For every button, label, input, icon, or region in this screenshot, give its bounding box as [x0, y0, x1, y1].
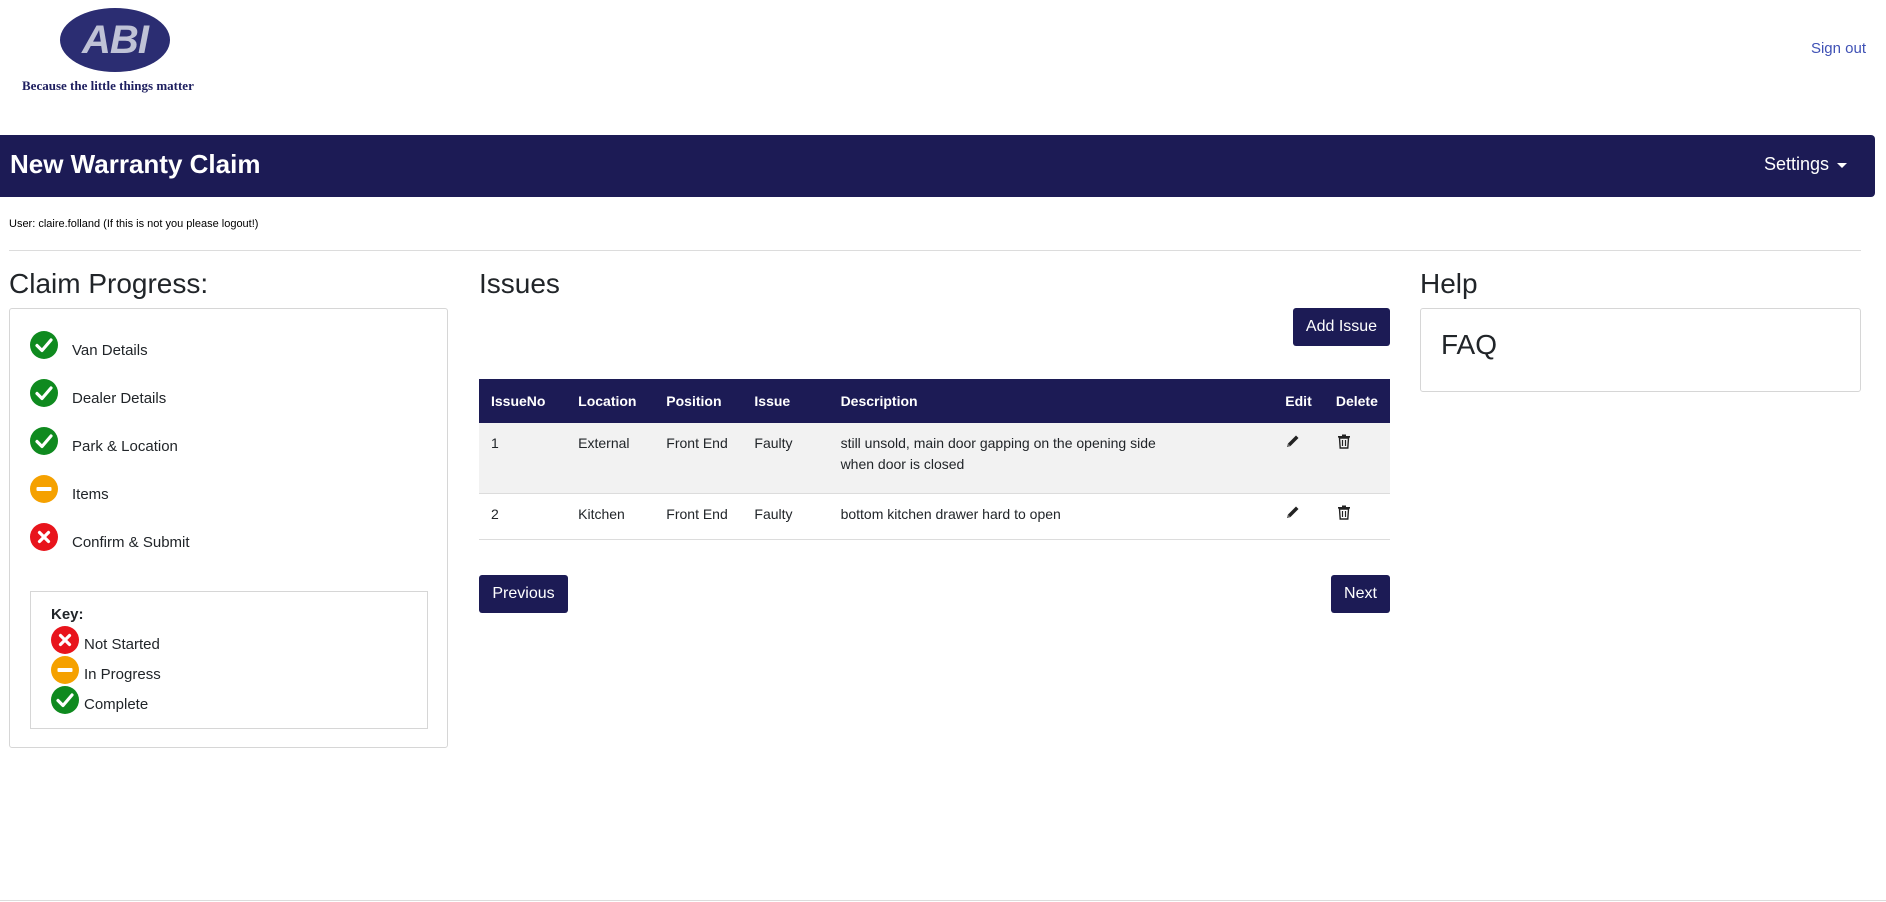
col-header-issueno: IssueNo: [479, 379, 567, 423]
col-header-position: Position: [654, 379, 743, 423]
step-label: Van Details: [72, 341, 148, 359]
cell-issue: Faulty: [742, 493, 829, 540]
progress-step-van-details: Van Details: [30, 331, 148, 359]
in-progress-minus-icon: [51, 656, 79, 684]
description-line: bottom kitchen drawer hard to open: [840, 506, 1061, 522]
logo-text: ABI: [82, 17, 149, 62]
delete-cell[interactable]: [1323, 423, 1390, 494]
key-label: Complete: [84, 695, 149, 713]
pencil-icon[interactable]: [1285, 433, 1301, 449]
claim-progress-heading: Claim Progress:: [9, 268, 209, 299]
next-button[interactable]: Next: [1331, 575, 1390, 613]
col-header-location: Location: [566, 379, 655, 423]
complete-check-icon: [51, 686, 79, 714]
cell-issueno: 1: [479, 423, 567, 494]
trash-icon[interactable]: [1336, 433, 1352, 449]
table-header-row: IssueNo Location Position Issue Descript…: [479, 379, 1390, 423]
complete-check-icon: [30, 427, 58, 455]
step-label: Confirm & Submit: [72, 533, 190, 551]
progress-step-park-location: Park & Location: [30, 427, 178, 455]
cell-issueno: 2: [479, 493, 567, 540]
cell-issue: Faulty: [742, 423, 829, 494]
top-header: ABI Because the little things matter Sig…: [0, 0, 1886, 135]
add-issue-button[interactable]: Add Issue: [1293, 308, 1390, 346]
status-key: Key: Not Started In Progress Complete: [30, 591, 428, 729]
key-not-started: Not Started: [51, 626, 160, 654]
help-heading: Help: [1420, 268, 1478, 299]
complete-check-icon: [30, 331, 58, 359]
key-complete: Complete: [51, 686, 148, 714]
not-started-x-icon: [30, 523, 58, 551]
bottom-divider: [0, 900, 1886, 901]
user-info: User: claire.folland (If this is not you…: [9, 218, 259, 230]
logo-ellipse: ABI: [60, 8, 170, 72]
key-in-progress: In Progress: [51, 656, 161, 684]
divider: [9, 250, 1861, 251]
complete-check-icon: [30, 379, 58, 407]
step-label: Park & Location: [72, 437, 178, 455]
delete-cell[interactable]: [1323, 493, 1390, 540]
description-line: when door is closed: [840, 456, 965, 472]
trash-icon[interactable]: [1336, 504, 1352, 520]
cell-location: External: [566, 423, 655, 494]
table-row: 2 Kitchen Front End Faulty bottom kitche…: [479, 493, 1390, 540]
sign-out-link[interactable]: Sign out: [1811, 40, 1866, 57]
edit-cell[interactable]: [1273, 493, 1324, 540]
progress-step-confirm-submit: Confirm & Submit: [30, 523, 190, 551]
cell-description: bottom kitchen drawer hard to open: [828, 493, 1274, 540]
edit-cell[interactable]: [1273, 423, 1324, 494]
progress-step-dealer-details: Dealer Details: [30, 379, 166, 407]
issues-table: IssueNo Location Position Issue Descript…: [479, 379, 1390, 540]
progress-step-items: Items: [30, 475, 109, 503]
caret-down-icon: [1837, 163, 1847, 168]
issues-heading: Issues: [479, 268, 560, 299]
abi-logo[interactable]: ABI Because the little things matter: [22, 8, 212, 93]
page-title: New Warranty Claim: [10, 149, 261, 179]
not-started-x-icon: [51, 626, 79, 654]
cell-description: still unsold, main door gapping on the o…: [828, 423, 1274, 494]
description-line: still unsold, main door gapping on the o…: [840, 435, 1156, 451]
col-header-delete: Delete: [1323, 379, 1390, 423]
col-header-description: Description: [828, 379, 1274, 423]
key-label: In Progress: [84, 665, 161, 683]
previous-button[interactable]: Previous: [479, 575, 568, 613]
faq-panel[interactable]: FAQ: [1420, 308, 1861, 392]
key-label: Not Started: [84, 635, 160, 653]
step-label: Items: [72, 485, 109, 503]
in-progress-minus-icon: [30, 475, 58, 503]
cell-position: Front End: [654, 493, 743, 540]
step-label: Dealer Details: [72, 389, 167, 407]
settings-dropdown[interactable]: Settings: [1764, 154, 1847, 175]
col-header-edit: Edit: [1273, 379, 1324, 423]
cell-position: Front End: [654, 423, 743, 494]
claim-progress-panel: Van Details Dealer Details Park & Locati…: [9, 308, 448, 748]
pencil-icon[interactable]: [1285, 504, 1301, 520]
key-title: Key:: [51, 606, 84, 623]
faq-title[interactable]: FAQ: [1441, 329, 1497, 361]
cell-location: Kitchen: [566, 493, 655, 540]
col-header-issue: Issue: [742, 379, 829, 423]
title-bar: New Warranty Claim Settings: [0, 135, 1875, 197]
table-row: 1 External Front End Faulty still unsold…: [479, 423, 1390, 494]
logo-tagline: Because the little things matter: [22, 78, 194, 93]
settings-label: Settings: [1763, 154, 1829, 174]
